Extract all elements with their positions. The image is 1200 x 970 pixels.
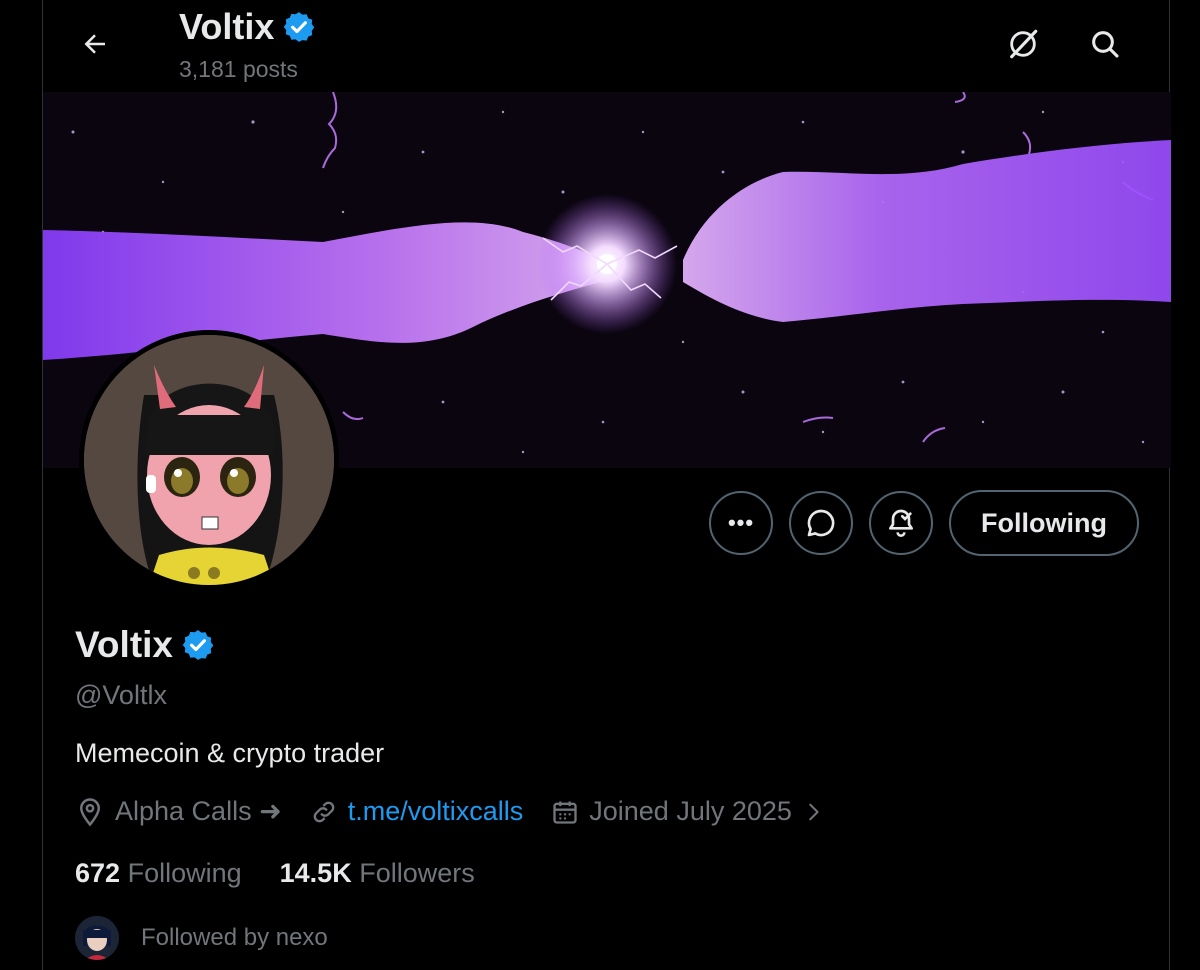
- profile-avatar[interactable]: [79, 330, 339, 590]
- bell-check-icon: [889, 509, 914, 537]
- chevron-right-icon: [809, 803, 819, 820]
- following-stat[interactable]: 672 Following: [75, 858, 242, 889]
- following-button[interactable]: Following: [949, 490, 1139, 556]
- message-bubble-icon: [807, 509, 835, 537]
- grok-icon: [1010, 29, 1038, 59]
- website-link[interactable]: t.me/voltixcalls: [348, 796, 524, 827]
- followers-count: 14.5K: [279, 858, 352, 888]
- more-icon: •••: [727, 510, 755, 535]
- location-item: Alpha Calls ➜: [75, 796, 282, 827]
- followed-by-text: Followed by nexo: [141, 924, 328, 951]
- posts-count: 3,181 posts: [179, 56, 298, 82]
- website-item[interactable]: t.me/voltixcalls: [310, 796, 524, 827]
- calendar-icon: [553, 801, 577, 824]
- avatar-image: [84, 335, 334, 585]
- profile-meta: Alpha Calls ➜ t.me/voltixcalls Joined Ju…: [75, 796, 852, 827]
- following-label: Following: [127, 858, 242, 888]
- back-button[interactable]: [73, 22, 117, 66]
- profile-name-row: Voltix: [75, 624, 215, 666]
- verified-badge-icon: [284, 12, 315, 42]
- follower-avatar: [75, 916, 119, 960]
- header-title: Voltix: [179, 6, 316, 48]
- followers-stat[interactable]: 14.5K Followers: [280, 858, 475, 889]
- location-text: Alpha Calls ➜: [115, 796, 282, 826]
- profile-stats: 672 Following 14.5K Followers: [75, 858, 513, 889]
- search-icon: [1092, 31, 1119, 58]
- profile-actions: ••• Following: [709, 490, 1139, 556]
- grok-button[interactable]: [1001, 22, 1045, 66]
- followed-by-row[interactable]: Followed by nexo: [75, 916, 328, 960]
- notifications-button[interactable]: [869, 491, 934, 555]
- joined-item[interactable]: Joined July 2025: [551, 796, 824, 827]
- verified-badge-icon: [182, 630, 214, 660]
- profile-bio: Memecoin & crypto trader: [75, 738, 385, 768]
- more-options-button[interactable]: •••: [709, 491, 774, 555]
- arrow-left-icon: [84, 34, 105, 54]
- profile-column: Voltix 3,181 posts ••• Following Voltix …: [42, 0, 1171, 970]
- location-pin-icon: [79, 797, 101, 826]
- message-button[interactable]: [789, 491, 854, 555]
- search-button[interactable]: [1083, 22, 1127, 66]
- following-count: 672: [75, 858, 121, 888]
- header-name: Voltix: [179, 6, 275, 47]
- top-bar: Voltix 3,181 posts: [43, 0, 1169, 92]
- joined-text: Joined July 2025: [589, 796, 792, 826]
- followers-label: Followers: [359, 858, 475, 888]
- profile-handle: @Voltlx: [75, 680, 167, 710]
- display-name: Voltix: [75, 624, 173, 665]
- link-icon: [313, 801, 335, 822]
